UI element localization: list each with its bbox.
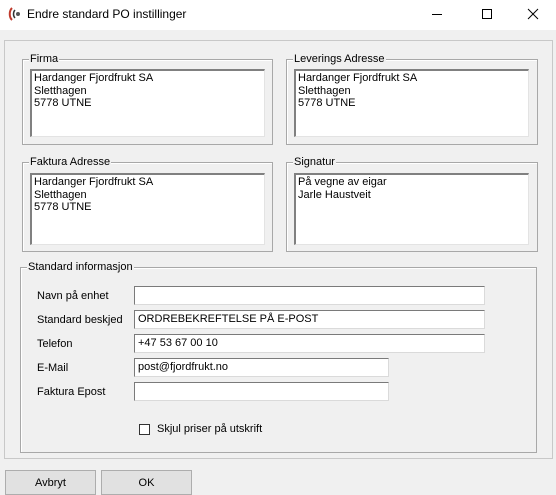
- levering-group: Leverings Adresse Hardanger Fjordfrukt S…: [286, 53, 538, 145]
- beskjed-input[interactable]: ORDREBEKREFTELSE PÅ E-POST: [134, 310, 485, 329]
- firma-line: Hardanger Fjordfrukt SA: [34, 72, 154, 84]
- title-bar[interactable]: Endre standard PO instillinger: [0, 0, 556, 30]
- close-button[interactable]: [510, 0, 556, 28]
- navn-input[interactable]: [134, 286, 485, 305]
- settings-panel: Firma Hardanger Fjordfrukt SA Sletthagen…: [4, 40, 553, 459]
- faktura-memo[interactable]: Hardanger Fjordfrukt SA Sletthagen 5778 …: [30, 173, 265, 245]
- cancel-button[interactable]: Avbryt: [5, 470, 96, 495]
- signatur-label: Signatur: [293, 156, 336, 169]
- firma-group: Firma Hardanger Fjordfrukt SA Sletthagen…: [22, 53, 273, 145]
- ok-button[interactable]: OK: [101, 470, 192, 495]
- faktura-line: Hardanger Fjordfrukt SA: [34, 176, 154, 188]
- faktura-group: Faktura Adresse Hardanger Fjordfrukt SA …: [22, 156, 273, 252]
- maximize-icon: [482, 9, 492, 19]
- app-icon: [8, 7, 20, 21]
- minimize-icon: [432, 14, 442, 15]
- faktura-epost-input[interactable]: [134, 382, 389, 401]
- hide-prices-label[interactable]: Skjul priser på utskrift: [157, 423, 262, 435]
- email-label: E-Mail: [37, 362, 69, 374]
- maximize-button[interactable]: [464, 0, 510, 28]
- window-title: Endre standard PO instillinger: [27, 7, 187, 21]
- faktura-line: Sletthagen: [34, 188, 87, 201]
- signatur-group: Signatur På vegne av eigar Jarle Haustve…: [286, 156, 538, 252]
- standard-info-label: Standard informasjon: [27, 261, 134, 274]
- telefon-label: Telefon: [37, 338, 73, 350]
- email-input[interactable]: post@fjordfrukt.no: [134, 358, 389, 377]
- levering-line: 5778 UTNE: [298, 97, 356, 109]
- beskjed-label: Standard beskjed: [37, 314, 123, 326]
- telefon-input[interactable]: +47 53 67 00 10: [134, 334, 485, 353]
- hide-prices-checkbox[interactable]: [139, 424, 150, 435]
- firma-line: 5778 UTNE: [34, 97, 92, 109]
- levering-memo[interactable]: Hardanger Fjordfrukt SA Sletthagen 5778 …: [294, 69, 529, 137]
- signatur-line: Jarle Haustveit: [298, 188, 371, 201]
- faktura-line: 5778 UTNE: [34, 201, 92, 213]
- signatur-line: På vegne av eigar: [298, 176, 387, 188]
- signatur-memo[interactable]: På vegne av eigar Jarle Haustveit: [294, 173, 529, 245]
- close-icon: [527, 8, 539, 20]
- faktura-epost-label: Faktura Epost: [37, 386, 106, 398]
- faktura-label: Faktura Adresse: [29, 156, 112, 169]
- firma-memo[interactable]: Hardanger Fjordfrukt SA Sletthagen 5778 …: [30, 69, 265, 137]
- standard-info-group: Standard informasjon Navn på enhet Stand…: [20, 261, 537, 453]
- levering-label: Leverings Adresse: [293, 53, 386, 66]
- levering-line: Hardanger Fjordfrukt SA: [298, 72, 418, 84]
- navn-label: Navn på enhet: [37, 290, 109, 302]
- levering-line: Sletthagen: [298, 84, 351, 97]
- minimize-button[interactable]: [414, 0, 460, 28]
- firma-line: Sletthagen: [34, 84, 87, 97]
- firma-label: Firma: [29, 53, 60, 66]
